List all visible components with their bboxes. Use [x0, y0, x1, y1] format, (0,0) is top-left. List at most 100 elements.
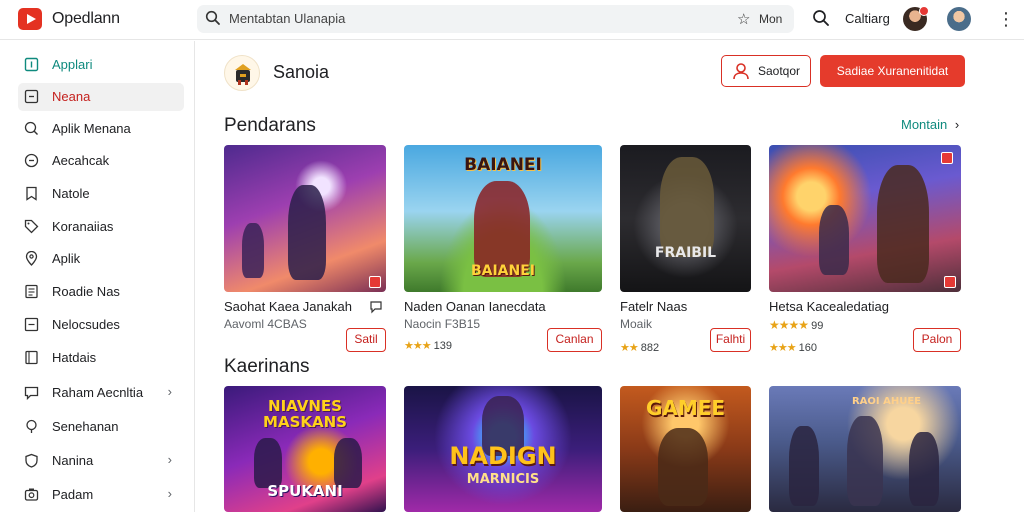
thumbnail-text: FRAIBIL — [654, 245, 717, 261]
chevron-right-icon[interactable]: › — [168, 384, 172, 399]
thumbnail-text: NADIGN — [449, 442, 557, 470]
search-icon[interactable] — [812, 9, 830, 27]
sidebar-item-label: Neana — [52, 89, 91, 104]
chat-icon — [24, 386, 39, 400]
user-icon — [733, 63, 749, 80]
top-bar: Opedlann Mentabtan Ulanapia ☆ Mon Caltia… — [0, 0, 1024, 40]
sidebar-item-koranaiias[interactable]: Koranaiias — [18, 213, 184, 241]
sidebar-item-label: Koranaiias — [52, 219, 114, 234]
search-bar[interactable]: Mentabtan Ulanapia ☆ Mon — [197, 5, 794, 33]
sidebar-item-padam[interactable]: Padam › — [18, 481, 184, 509]
avatar[interactable] — [947, 7, 971, 31]
game-rating: ★★★ 139 — [404, 339, 452, 352]
search-input[interactable]: Mentabtan Ulanapia — [229, 11, 345, 26]
see-more-label: Montain — [901, 117, 948, 132]
app-icon — [224, 55, 260, 91]
game-thumbnail[interactable]: FRAIBIL — [620, 145, 751, 292]
star-icon[interactable]: ☆ — [737, 10, 750, 28]
chevron-right-icon[interactable]: › — [168, 452, 172, 467]
camera-icon — [24, 488, 39, 501]
sidebar: Applari Neana Aplik Menana Aecahcak Nato… — [0, 41, 195, 512]
secondary-button-label: Saotqor — [758, 64, 801, 78]
game-thumbnail[interactable] — [224, 145, 386, 292]
game-action-button[interactable]: Satil — [346, 328, 386, 352]
badge-icon — [369, 276, 381, 288]
game-action-button[interactable]: Canlan — [547, 328, 602, 352]
star-rating-icon: ★★★ — [404, 340, 432, 352]
game-rating: ★★★★ 99 — [769, 318, 823, 332]
game-thumbnail[interactable]: NADIGN MARNICIS — [404, 386, 602, 512]
sidebar-item-label: Aplik Menana — [52, 121, 131, 136]
sidebar-item-raham-aecnltia[interactable]: Raham Aecnltia › — [18, 379, 184, 407]
game-title[interactable]: Hetsa Kacealedatiag — [769, 299, 889, 314]
app-title: Sanoia — [273, 62, 330, 82]
account-label[interactable]: Caltiarg — [845, 11, 890, 26]
badge-icon — [941, 152, 953, 164]
section-title: Kaerinans — [224, 356, 310, 377]
note-icon — [24, 317, 39, 332]
rating-value: 99 — [811, 320, 824, 332]
game-action-button[interactable]: Falhti — [710, 328, 751, 352]
game-thumbnail[interactable] — [769, 145, 961, 292]
sidebar-item-applari[interactable]: Applari — [18, 51, 184, 79]
warrior-icon — [235, 64, 251, 85]
rating-value: 160 — [798, 342, 818, 354]
rating-value: 139 — [433, 340, 453, 352]
app-logo-icon[interactable] — [18, 8, 42, 30]
sidebar-item-label: Natole — [52, 186, 90, 201]
sidebar-item-aplik[interactable]: Aplik — [18, 245, 184, 273]
tag-icon — [24, 219, 39, 234]
sidebar-item-nanina[interactable]: Nanina › — [18, 447, 184, 475]
game-thumbnail[interactable]: RAOI AHUEE — [769, 386, 961, 512]
sidebar-item-label: Hatdais — [52, 350, 97, 365]
search-icon — [205, 10, 220, 25]
section-title: Pendarans — [224, 115, 316, 136]
primary-button[interactable]: Sadiae Xuranenitidat — [820, 55, 965, 87]
game-rating-secondary: ★★★ 160 — [769, 341, 817, 354]
square-icon — [24, 89, 39, 104]
game-thumbnail[interactable]: GAMEE — [620, 386, 751, 512]
sidebar-item-neana[interactable]: Neana — [18, 83, 184, 111]
secondary-button[interactable]: Saotqor — [721, 55, 811, 87]
game-thumbnail[interactable]: NIAVNES MASKANS SPUKANI — [224, 386, 386, 512]
star-rating-icon: ★★★★ — [769, 318, 809, 332]
search-more-label[interactable]: Mon — [759, 12, 782, 26]
star-rating-icon: ★★★ — [769, 342, 797, 354]
game-rating: ★★ 882 — [620, 341, 659, 354]
book-icon — [25, 350, 38, 365]
see-more-link[interactable]: Montain › — [901, 117, 959, 132]
star-rating-icon: ★★ — [620, 342, 639, 354]
avatar[interactable] — [903, 6, 929, 31]
document-icon — [25, 284, 38, 299]
badge-icon — [944, 276, 956, 288]
sidebar-item-senehanan[interactable]: Senehanan — [18, 413, 184, 441]
location-icon — [25, 251, 38, 266]
game-title[interactable]: Naden Oanan Ianecdata — [404, 299, 546, 314]
game-subtitle: Moaik — [620, 317, 653, 331]
rating-value: 882 — [640, 342, 660, 354]
location-pin-icon — [26, 419, 37, 433]
sidebar-item-label: Senehanan — [52, 419, 119, 434]
shield-icon — [25, 453, 38, 468]
sidebar-item-natole[interactable]: Natole — [18, 180, 184, 208]
chat-icon[interactable] — [369, 300, 383, 314]
thumbnail-text: SPUKANI — [267, 482, 343, 500]
more-vert-icon[interactable]: ⋮ — [997, 9, 1015, 29]
sidebar-item-label: Aplik — [52, 251, 81, 266]
game-subtitle: Aavoml 4CBAS — [224, 317, 307, 331]
game-title[interactable]: Fatelr Naas — [620, 299, 687, 314]
sidebar-item-aplik-menana[interactable]: Aplik Menana — [18, 115, 184, 143]
sidebar-item-nelocsudes[interactable]: Nelocsudes — [18, 311, 184, 339]
sidebar-item-aecahcak[interactable]: Aecahcak — [18, 147, 184, 175]
game-title[interactable]: Saohat Kaea Janakah — [224, 299, 352, 314]
thumbnail-text: NIAVNES MASKANS — [263, 397, 347, 431]
game-action-button[interactable]: Palon — [913, 328, 961, 352]
game-thumbnail[interactable]: BAIANEI BAIANEI — [404, 145, 602, 292]
chevron-right-icon[interactable]: › — [168, 486, 172, 501]
sidebar-item-label: Nelocsudes — [52, 317, 120, 332]
sidebar-item-label: Roadie Nas — [52, 284, 120, 299]
sidebar-item-roadie-nas[interactable]: Roadie Nas — [18, 278, 184, 306]
search-icon — [24, 121, 38, 135]
sidebar-item-hatdais[interactable]: Hatdais — [18, 344, 184, 372]
sidebar-item-label: Nanina — [52, 453, 94, 468]
